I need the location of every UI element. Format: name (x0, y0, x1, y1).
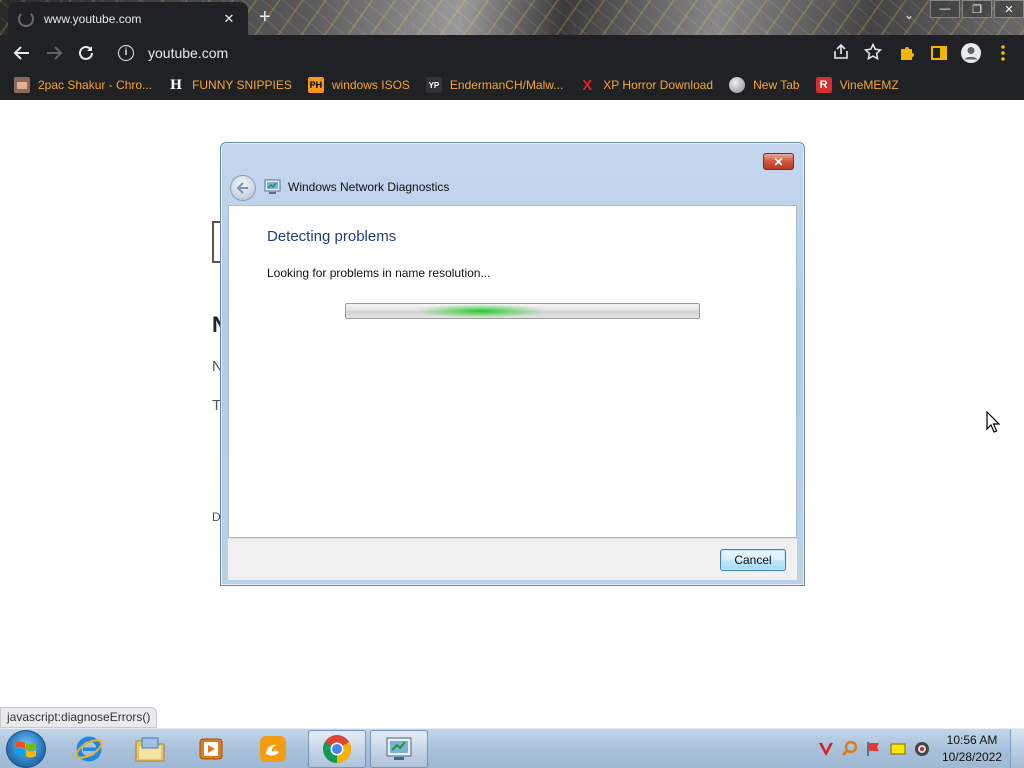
bookmarks-bar: 2pac Shakur - Chro... H FUNNY SNIPPIES P… (0, 70, 1024, 100)
arrow-left-icon (13, 45, 29, 60)
dialog-content-panel: Detecting problems Looking for problems … (228, 205, 797, 538)
loading-spinner-icon (18, 10, 34, 27)
bookmark-star-icon[interactable] (864, 43, 882, 61)
dialog-status-text: Looking for problems in name resolution.… (267, 266, 491, 280)
network-diagnostics-icon (386, 737, 412, 760)
yellow-square-glyph (890, 743, 906, 755)
address-bar-url[interactable]: youtube.com (148, 45, 228, 61)
flag-glyph (867, 742, 879, 756)
v-antivirus-glyph (819, 743, 833, 756)
tab-close-icon[interactable]: ✕ (220, 11, 238, 27)
search-magnifier-icon[interactable] (838, 737, 862, 761)
file-explorer-icon (135, 737, 165, 762)
magnifier-glyph (841, 740, 858, 757)
kebab-menu-icon (1001, 45, 1005, 61)
internet-explorer-icon (75, 736, 103, 762)
dialog-heading: Detecting problems (267, 228, 397, 245)
taskbar-chrome[interactable] (308, 730, 366, 768)
back-button[interactable] (6, 37, 38, 69)
bookmark-item[interactable]: H FUNNY SNIPPIES (168, 77, 292, 93)
bookmark-item[interactable]: R VineMEMZ (815, 77, 899, 93)
address-bar[interactable]: i youtube.com (110, 38, 890, 67)
yellow-tray-icon[interactable] (886, 737, 910, 761)
dialog-close-button[interactable]: ✕ (763, 153, 794, 170)
taskbar-clock[interactable]: 10:56 AM 10/28/2022 (934, 732, 1010, 766)
taskbar-network-diagnostics[interactable] (370, 730, 428, 768)
volume-glyph (915, 742, 929, 756)
bookmark-item[interactable]: YP EndermanCH/Malw... (425, 77, 563, 93)
progress-bar (345, 303, 700, 319)
side-panel-button[interactable] (924, 38, 954, 68)
tab-strip: www.youtube.com ✕ + ⌄ — ❐ ✕ (0, 0, 1024, 35)
clock-date: 10/28/2022 (941, 750, 1003, 764)
bookmark-item[interactable]: New Tab (729, 77, 800, 93)
side-panel-icon (931, 46, 947, 60)
browser-toolbar: i youtube.com (0, 35, 1024, 70)
avatar-icon (961, 43, 981, 63)
ph-logo-icon: PH (307, 77, 324, 93)
v-antivirus-icon[interactable] (814, 737, 838, 761)
x-logo-icon: X (582, 76, 593, 94)
bookmark-item[interactable]: PH windows ISOS (307, 77, 410, 93)
close-window-button[interactable]: ✕ (994, 0, 1024, 18)
taskbar-file-explorer[interactable] (121, 730, 179, 768)
cancel-button[interactable]: Cancel (720, 549, 786, 571)
profile-button[interactable] (956, 38, 986, 68)
site-info-icon[interactable]: i (118, 44, 134, 61)
new-tab-button[interactable]: + (259, 5, 271, 29)
media-player-icon (199, 738, 223, 760)
mouse-cursor-icon (986, 411, 1000, 433)
minimize-button[interactable]: — (930, 0, 960, 18)
extensions-button[interactable] (892, 38, 922, 68)
show-desktop-button[interactable] (1010, 729, 1024, 768)
taskbar-media-player[interactable] (182, 730, 240, 768)
clock-time: 10:56 AM (946, 733, 998, 747)
chrome-menu-button[interactable] (988, 38, 1018, 68)
arrow-right-icon (47, 45, 63, 60)
taskbar-uc-browser[interactable] (244, 730, 302, 768)
dialog-footer: Cancel (228, 538, 797, 580)
r-logo-icon: R (815, 77, 832, 93)
maximize-button[interactable]: ❐ (962, 0, 992, 18)
share-icon[interactable] (832, 43, 850, 61)
puzzle-icon (901, 47, 914, 60)
network-diagnostics-dialog: ✕ Windows Network Diagnostics Detecting … (220, 142, 805, 586)
dialog-back-button[interactable] (230, 175, 256, 201)
photo-icon (14, 77, 30, 93)
window-controls: — ❐ ✕ (928, 0, 1024, 18)
start-button[interactable] (6, 730, 46, 768)
windows-taskbar: 10:56 AM 10/28/2022 (0, 728, 1024, 768)
globe-icon (729, 77, 746, 93)
taskbar-internet-explorer[interactable] (60, 730, 118, 768)
system-tray: 10:56 AM 10/28/2022 (814, 729, 1024, 768)
chrome-icon (323, 735, 351, 763)
progress-marquee-glow (416, 304, 546, 318)
dialog-window-title: Windows Network Diagnostics (288, 180, 450, 194)
action-center-flag-icon[interactable] (862, 737, 886, 761)
reload-icon (79, 45, 93, 60)
network-diagnostics-app-icon (264, 179, 281, 194)
windows-logo-icon (16, 741, 36, 758)
back-arrow-icon (236, 182, 248, 194)
tab-search-button[interactable]: ⌄ (904, 8, 914, 22)
uc-browser-icon (260, 736, 286, 762)
bookmark-item[interactable]: 2pac Shakur - Chro... (14, 77, 152, 93)
h-logo-icon: H (169, 77, 183, 93)
reload-button[interactable] (70, 37, 102, 69)
yp-logo-icon: YP (425, 77, 442, 93)
forward-button[interactable] (38, 37, 70, 69)
bookmark-item[interactable]: X XP Horror Download (579, 76, 713, 94)
volume-icon[interactable] (910, 737, 934, 761)
link-status-bubble: javascript:diagnoseErrors() (0, 707, 158, 728)
tab-title: www.youtube.com (44, 11, 142, 26)
browser-tab[interactable]: www.youtube.com ✕ (8, 2, 248, 35)
